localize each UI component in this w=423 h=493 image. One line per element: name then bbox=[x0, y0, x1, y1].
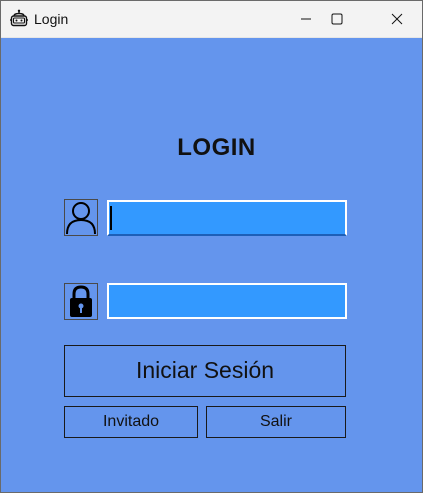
close-icon bbox=[391, 13, 403, 25]
window-title: Login bbox=[34, 11, 69, 27]
login-form: LOGIN Iniciar Sesión Invitado Salir bbox=[1, 38, 422, 492]
login-window: Login LOGIN Iniciar Sesión Invitado Sali… bbox=[0, 0, 423, 493]
exit-button[interactable]: Salir bbox=[206, 406, 346, 438]
maximize-icon bbox=[331, 13, 343, 25]
text-caret bbox=[110, 206, 112, 230]
maximize-button[interactable] bbox=[314, 1, 360, 37]
guest-button[interactable]: Invitado bbox=[64, 406, 198, 438]
minimize-icon bbox=[301, 18, 311, 20]
username-field[interactable] bbox=[107, 200, 347, 236]
close-button[interactable] bbox=[374, 1, 420, 37]
user-icon bbox=[64, 199, 98, 236]
app-robot-icon bbox=[9, 9, 29, 29]
title-bar[interactable]: Login bbox=[1, 1, 422, 38]
login-button[interactable]: Iniciar Sesión bbox=[64, 345, 346, 397]
lock-icon bbox=[64, 283, 98, 320]
page-title: LOGIN bbox=[177, 134, 256, 161]
password-field[interactable] bbox=[107, 283, 347, 319]
